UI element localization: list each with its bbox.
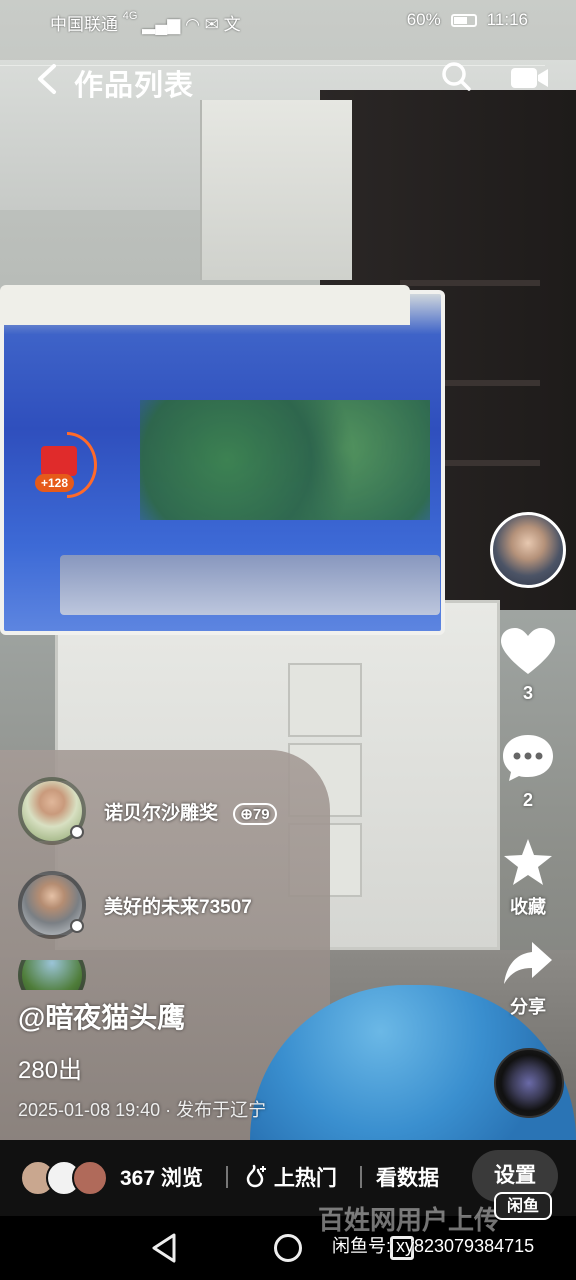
music-disc-icon[interactable] (494, 1048, 564, 1118)
level-badge-value: 79 (252, 805, 270, 823)
stats-button[interactable]: 看数据 (376, 1162, 439, 1192)
search-icon[interactable] (441, 61, 471, 91)
carrier-label: 中国联通 (50, 15, 118, 34)
favorite-label: 收藏 (510, 897, 546, 917)
watermark-logo: 闲鱼 (494, 1192, 552, 1220)
comment-item[interactable]: 诺贝尔沙雕奖 ⊕79 (18, 776, 277, 846)
wifi-icon: ◠ (185, 15, 200, 34)
favorite-button[interactable]: 收藏 (498, 838, 558, 919)
back-icon[interactable] (34, 62, 60, 104)
commenter-name-text: 诺贝尔沙雕奖 (104, 802, 219, 824)
red-packet-badge: +128 (35, 474, 75, 492)
boost-label: 上热门 (273, 1167, 337, 1190)
commenter-avatar (18, 777, 86, 845)
status-right: 60% 11:16 (407, 10, 528, 30)
star-icon (504, 839, 552, 885)
commenter-avatar (18, 871, 86, 939)
viewer-avatars[interactable] (20, 1160, 110, 1196)
comment-item[interactable]: 美好的未来73507 (18, 870, 252, 940)
comment-count: 2 (522, 790, 533, 810)
translate-icon: 文 (223, 15, 241, 34)
drawer (288, 663, 362, 737)
aquarium-gravel (60, 555, 440, 615)
video-frame[interactable] (0, 0, 576, 1140)
signal-icon: ▂▄▆ (142, 15, 181, 34)
online-dot (70, 825, 84, 839)
video-camera-icon[interactable] (511, 66, 548, 88)
online-dot (70, 919, 84, 933)
network-label: 4G (122, 10, 138, 22)
commenter-avatar (18, 960, 86, 990)
comment-icon (503, 735, 553, 781)
comment-item-partial (18, 960, 86, 990)
share-arrow-icon (504, 942, 552, 984)
post-description: 280出 (18, 1057, 83, 1084)
author-handle[interactable]: @暗夜猫头鹰 (18, 996, 185, 1036)
author-avatar[interactable] (490, 512, 566, 588)
upper-cabinet (200, 100, 352, 280)
commenter-name: 诺贝尔沙雕奖 ⊕79 (104, 798, 277, 825)
share-button[interactable]: 分享 (498, 940, 558, 1019)
like-button[interactable]: 3 (498, 628, 558, 704)
divider (226, 1166, 228, 1188)
viewer-avatar (72, 1160, 108, 1196)
nav-home-icon[interactable] (274, 1234, 302, 1262)
watermark-id: 闲鱼号: xy823079384715 (332, 1236, 535, 1256)
battery-icon (450, 13, 477, 27)
commenter-name: 美好的未来73507 (104, 896, 252, 918)
post-meta: 2025-01-08 19:40 · 发布于辽宁 (18, 1100, 267, 1120)
divider (360, 1166, 362, 1188)
comment-button[interactable]: 2 (498, 733, 558, 811)
aquarium-plants (140, 400, 430, 520)
header: 作品列表 (0, 52, 576, 108)
clock: 11:16 (486, 10, 528, 29)
page-title: 作品列表 (74, 70, 195, 102)
heart-icon (501, 628, 555, 674)
battery-percent: 60% (406, 10, 441, 29)
views-count[interactable]: 367 浏览 (120, 1162, 203, 1192)
red-packet-widget[interactable]: +128 (33, 432, 99, 504)
red-envelope-icon (41, 446, 77, 476)
share-label: 分享 (510, 997, 546, 1017)
fire-plus-icon (246, 1164, 266, 1188)
like-count: 3 (522, 683, 533, 703)
status-bar: 中国联通 4G ▂▄▆ ◠ ✉ 文 60% 11:16 (0, 0, 576, 42)
nav-back-icon[interactable] (150, 1232, 180, 1264)
shelf (400, 280, 540, 286)
aquarium-lid (0, 285, 410, 325)
boost-button[interactable]: 上热门 (244, 1162, 337, 1192)
message-icon: ✉ (204, 15, 219, 34)
status-left: 中国联通 4G ▂▄▆ ◠ ✉ 文 (50, 10, 241, 35)
level-badge: ⊕79 (233, 802, 277, 825)
